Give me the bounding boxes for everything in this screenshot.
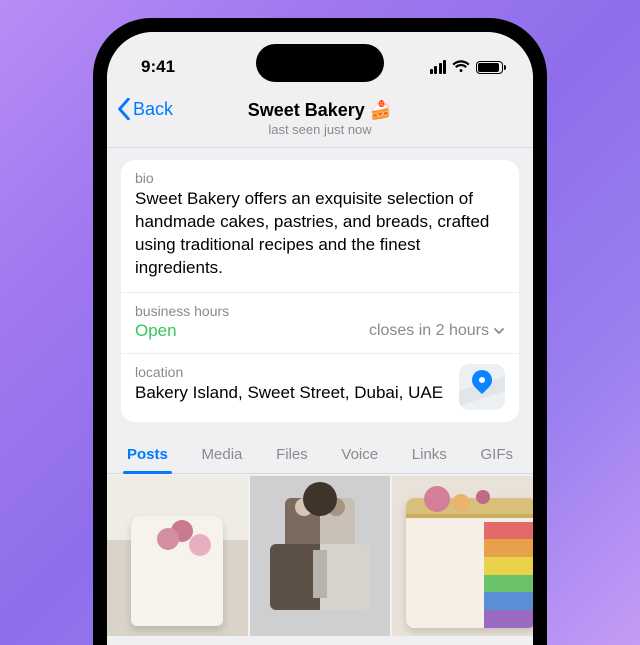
tab-files[interactable]: Files — [266, 440, 318, 473]
media-tabs: Posts Media Files Voice Links GIFs — [107, 422, 533, 474]
post-thumbnail[interactable] — [107, 476, 248, 636]
tab-links[interactable]: Links — [402, 440, 457, 473]
tab-media[interactable]: Media — [192, 440, 253, 473]
phone-frame: 9:41 Back Sweet Bakery 🍰 last seen just … — [93, 18, 547, 645]
cellular-signal-icon — [430, 60, 447, 74]
business-hours-cell[interactable]: business hours Open closes in 2 hours — [121, 293, 519, 354]
dynamic-island — [256, 44, 384, 82]
battery-icon — [476, 61, 503, 74]
tab-posts[interactable]: Posts — [117, 440, 178, 473]
screen: 9:41 Back Sweet Bakery 🍰 last seen just … — [107, 32, 533, 645]
profile-content: bio Sweet Bakery offers an exquisite sel… — [107, 148, 533, 422]
location-label: location — [135, 364, 443, 380]
posts-grid — [107, 474, 533, 636]
chevron-down-icon — [493, 325, 505, 337]
hours-status: Open — [135, 321, 177, 341]
hours-detail: closes in 2 hours — [369, 322, 505, 340]
chevron-left-icon — [117, 98, 131, 120]
wifi-icon — [452, 60, 470, 74]
location-cell[interactable]: location Bakery Island, Sweet Street, Du… — [121, 354, 519, 422]
post-thumbnail[interactable] — [392, 476, 533, 636]
location-address: Bakery Island, Sweet Street, Dubai, UAE — [135, 382, 443, 405]
map-thumbnail[interactable] — [459, 364, 505, 410]
info-card: bio Sweet Bakery offers an exquisite sel… — [121, 160, 519, 422]
page-subtitle: last seen just now — [107, 122, 533, 137]
back-label: Back — [133, 99, 173, 120]
tab-gifs[interactable]: GIFs — [470, 440, 523, 473]
bio-label: bio — [135, 170, 505, 186]
post-thumbnail[interactable] — [250, 476, 391, 636]
bio-text: Sweet Bakery offers an exquisite selecti… — [135, 188, 505, 280]
hours-label: business hours — [135, 303, 505, 319]
tab-voice[interactable]: Voice — [331, 440, 388, 473]
status-time: 9:41 — [141, 57, 175, 77]
bio-cell[interactable]: bio Sweet Bakery offers an exquisite sel… — [121, 160, 519, 293]
status-indicators — [430, 60, 504, 74]
back-button[interactable]: Back — [117, 98, 173, 120]
map-pin-icon — [468, 366, 496, 394]
